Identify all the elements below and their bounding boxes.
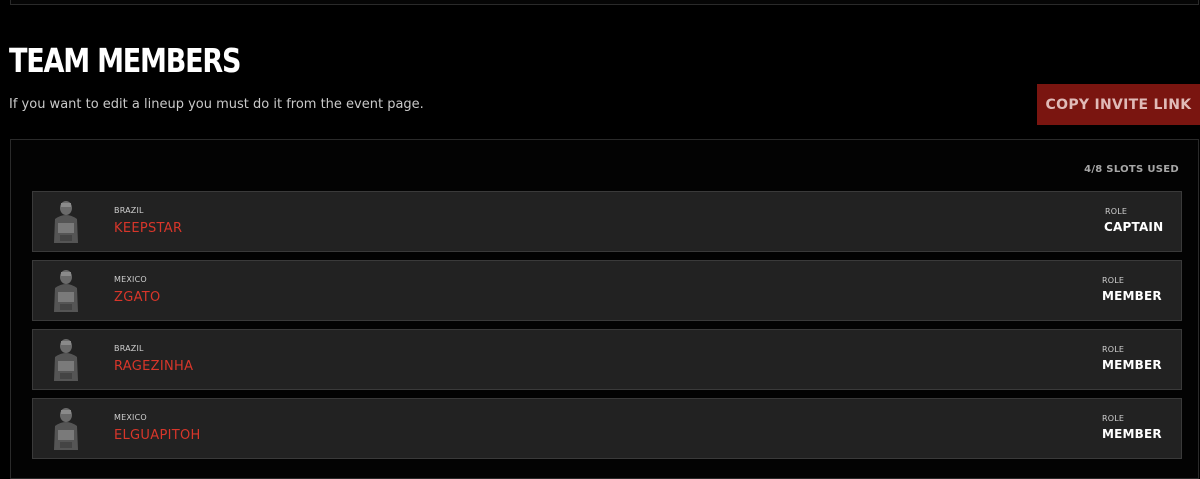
member-name[interactable]: KEEPSTAR	[114, 221, 182, 236]
slots-used-counter: 4/8 SLOTS USED	[1084, 164, 1179, 175]
member-name[interactable]: ZGATO	[114, 290, 161, 305]
member-role: MEMBER	[1102, 427, 1162, 441]
member-row[interactable]: BRAZIL RAGEZINHA ROLE MEMBER	[32, 329, 1182, 390]
member-country: BRAZIL	[114, 206, 144, 215]
member-role: MEMBER	[1102, 358, 1162, 372]
role-label: ROLE	[1102, 276, 1125, 285]
page-title: TEAM MEMBERS	[9, 41, 241, 80]
soldier-avatar-icon	[54, 339, 78, 381]
member-country: MEXICO	[114, 275, 147, 284]
member-name[interactable]: RAGEZINHA	[114, 359, 193, 374]
lineup-hint-text: If you want to edit a lineup you must do…	[9, 97, 424, 112]
member-row[interactable]: BRAZIL KEEPSTAR ROLE CAPTAIN	[32, 191, 1182, 252]
soldier-avatar-icon	[54, 270, 78, 312]
member-role: CAPTAIN	[1104, 220, 1164, 234]
member-role: MEMBER	[1102, 289, 1162, 303]
role-label: ROLE	[1105, 207, 1128, 216]
team-members-panel: 4/8 SLOTS USED BRAZIL KEEPSTAR ROLE CAPT…	[10, 139, 1199, 479]
member-country: BRAZIL	[114, 344, 144, 353]
member-country: MEXICO	[114, 413, 147, 422]
member-row[interactable]: MEXICO ZGATO ROLE MEMBER	[32, 260, 1182, 321]
member-row[interactable]: MEXICO ELGUAPITOH ROLE MEMBER	[32, 398, 1182, 459]
member-name[interactable]: ELGUAPITOH	[114, 428, 201, 443]
role-label: ROLE	[1102, 345, 1125, 354]
soldier-avatar-icon	[54, 201, 78, 243]
copy-invite-link-button[interactable]: COPY INVITE LINK	[1037, 84, 1200, 125]
soldier-avatar-icon	[54, 408, 78, 450]
role-label: ROLE	[1102, 414, 1125, 423]
previous-section-panel	[10, 0, 1199, 5]
